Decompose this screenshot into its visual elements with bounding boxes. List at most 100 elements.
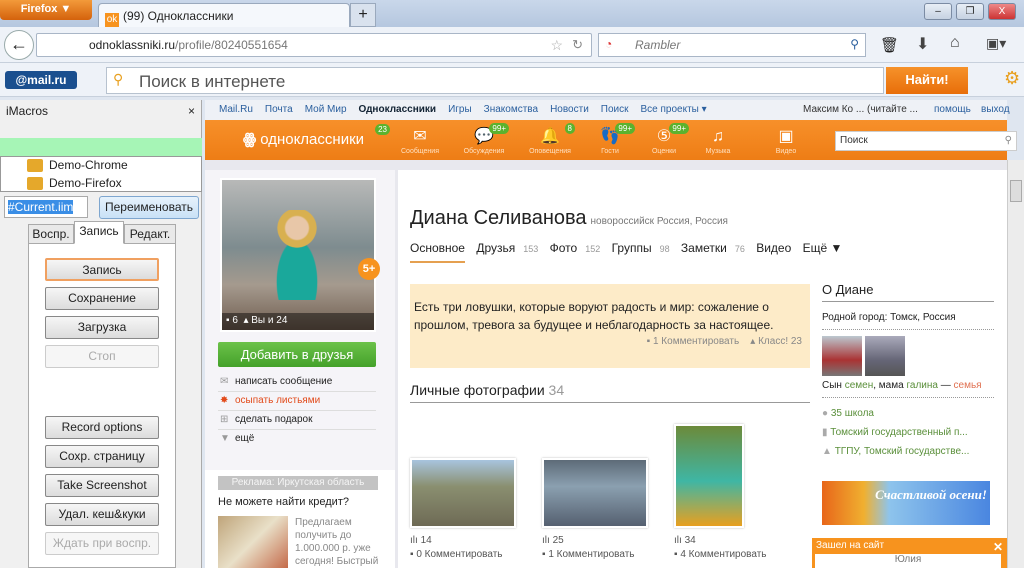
stop-button[interactable]: Стоп [45, 345, 159, 368]
school-icon: ● [822, 408, 829, 419]
ok-search-input[interactable]: Поиск ⚲ [835, 131, 1017, 151]
portal-link-active[interactable]: Одноклассники [359, 104, 437, 115]
download-icon[interactable]: ⬇ [916, 34, 929, 54]
portal-link[interactable]: Поиск [601, 104, 629, 115]
write-message-link[interactable]: ✉ написать сообщение [218, 373, 376, 392]
logout-link[interactable]: выход [981, 104, 1010, 115]
nav-video[interactable]: ▣ Видео [763, 126, 809, 155]
bookmarks-menu-icon[interactable]: ▣▾ [986, 35, 1006, 52]
tab-edit[interactable]: Редакт. [124, 224, 176, 244]
ad-header: Реклама: Иркутская область [218, 476, 378, 490]
macro-name-input[interactable]: #Current.iim [4, 196, 88, 218]
clear-cache-button[interactable]: Удал. кеш&куки [45, 503, 159, 526]
nav-notifications[interactable]: 🔔 Оповещения 8 [527, 123, 575, 155]
nav-discussions[interactable]: 💬 Обсуждения 99+ [461, 123, 509, 155]
university-link[interactable]: ТГПУ, Томский государстве... [835, 446, 970, 457]
url-bar[interactable]: odnoklassniki.ru/profile/80240551654 ☆ ↻ [36, 33, 592, 57]
portal-link[interactable]: Знакомства [484, 104, 538, 115]
comment-link[interactable]: ▪ 4 Комментировать [674, 548, 767, 562]
give-gift-link[interactable]: ⊞ сделать подарок [218, 411, 376, 430]
addon-icon[interactable]: 🗑 [880, 36, 899, 54]
user-name[interactable]: Максим Ко ... (читайте ... [803, 104, 918, 115]
portal-link[interactable]: Мой Мир [305, 104, 347, 115]
close-icon[interactable]: ✕ [993, 540, 1003, 554]
portal-link[interactable]: Mail.Ru [219, 104, 253, 115]
tab-notes[interactable]: Заметки 76 [681, 241, 745, 255]
find-button[interactable]: Найти! [886, 67, 968, 94]
search-engine-box[interactable]: Rambler ◔ ⚲ [598, 33, 866, 57]
comment-link[interactable]: ▪ 0 Комментировать [410, 548, 503, 562]
mother-link[interactable]: галина [906, 380, 938, 391]
take-screenshot-button[interactable]: Take Screenshot [45, 474, 159, 497]
tab-record[interactable]: Запись [74, 221, 124, 244]
more-link[interactable]: ▼ ещё [218, 430, 376, 449]
profile-photo[interactable]: ▪ 6 ▴ Вы и 24 [220, 178, 376, 332]
profile-location: новороссийск Россия, Россия [590, 216, 728, 227]
add-friend-button[interactable]: Добавить в друзья [218, 342, 376, 367]
load-button[interactable]: Загрузка [45, 316, 159, 339]
tab-odnoklassniki[interactable]: ok (99) Одноклассники [98, 3, 350, 28]
record-options-button[interactable]: Record options [45, 416, 159, 439]
tree-folder-demo-chrome[interactable]: Demo-Chrome [1, 157, 201, 175]
shower-leaves-link[interactable]: ✸ осыпать листьями [218, 392, 376, 411]
photo-thumb[interactable] [542, 458, 648, 528]
university-link[interactable]: Томский государственный п... [830, 427, 967, 438]
autumn-banner[interactable]: Счастливой осени! [822, 481, 990, 525]
search-icon[interactable]: ⚲ [850, 37, 859, 51]
url-domain: odnoklassniki.ru [89, 38, 176, 52]
tab-groups[interactable]: Группы 98 [612, 241, 670, 255]
nav-guests[interactable]: 👣 Гости 99+ [587, 123, 635, 155]
search-icon[interactable]: ⚲ [1005, 135, 1012, 146]
family-link[interactable]: семья [954, 380, 982, 391]
nav-ratings[interactable]: ⑤ Оценки 99+ [641, 123, 689, 155]
tab-play[interactable]: Воспр. [28, 224, 74, 244]
settings-gear-icon[interactable]: ⚙ [1004, 68, 1020, 89]
tab-main[interactable]: Основное [410, 241, 465, 263]
nav-messages[interactable]: ✉ Сообщения [397, 126, 443, 155]
rename-button[interactable]: Переименовать [99, 196, 199, 219]
tab-friends[interactable]: Друзья 153 [476, 241, 538, 255]
home-icon[interactable]: ⌂ [950, 34, 960, 52]
comment-link[interactable]: ▪ 1 Комментировать [542, 548, 635, 562]
portal-link[interactable]: Почта [265, 104, 293, 115]
mailru-search-input[interactable]: ⚲ Поиск в интернете [106, 67, 884, 94]
bookmark-star-icon[interactable]: ☆ [550, 37, 563, 54]
portal-link[interactable]: Игры [448, 104, 472, 115]
tree-folder-demo-firefox[interactable]: Demo-Firefox [1, 175, 201, 193]
personal-photos-header[interactable]: Личные фотографии 34 [410, 382, 810, 403]
portal-link[interactable]: Новости [550, 104, 589, 115]
son-link[interactable]: семен [845, 380, 874, 391]
nav-music[interactable]: ♫ Музыка [695, 126, 741, 155]
mailru-logo[interactable]: @mail.ru [5, 71, 77, 89]
restore-button[interactable]: ❐ [956, 3, 984, 20]
minimize-button[interactable]: ‒ [924, 3, 952, 20]
status-comment-link[interactable]: ▪ 1 Комментировать [647, 336, 740, 347]
all-projects-dropdown[interactable]: Все проекты ▾ [641, 104, 707, 115]
ad-image[interactable] [218, 516, 288, 568]
online-user[interactable]: Юлия [815, 554, 1001, 568]
family-photo[interactable] [822, 336, 862, 376]
family-photo[interactable] [864, 336, 905, 376]
wait-on-replay-button[interactable]: Ждать при воспр. [45, 532, 159, 555]
status-like-link[interactable]: ▴ Класс! 23 [750, 336, 802, 347]
back-arrow-icon[interactable]: ← [4, 30, 34, 60]
page-scrollbar[interactable] [1007, 160, 1024, 568]
close-window-button[interactable]: X [988, 3, 1016, 20]
photo-thumb[interactable] [410, 458, 516, 528]
tab-photos[interactable]: Фото 152 [550, 241, 601, 255]
save-page-button[interactable]: Сохр. страницу [45, 445, 159, 468]
new-tab-button[interactable]: + [350, 3, 376, 27]
ad-text[interactable]: Предлагаем получить до 1.000.000 р. уже … [295, 516, 385, 568]
tab-more[interactable]: Ещё ▼ [803, 241, 843, 255]
school-link[interactable]: 35 школа [831, 408, 874, 419]
ok-logo[interactable]: ꙮ одноклассники 23 [243, 124, 391, 148]
photo-thumb[interactable] [674, 424, 744, 528]
save-button[interactable]: Сохранение [45, 287, 159, 310]
firefox-menu-button[interactable]: Firefox ▼ [0, 0, 92, 20]
imacros-close-button[interactable]: × [188, 104, 195, 118]
ad-title[interactable]: Не можете найти кредит? [218, 496, 349, 508]
tab-video[interactable]: Видео [756, 241, 791, 255]
help-link[interactable]: помощь [934, 104, 971, 115]
reload-icon[interactable]: ↻ [572, 37, 583, 53]
record-button[interactable]: Запись [45, 258, 159, 281]
